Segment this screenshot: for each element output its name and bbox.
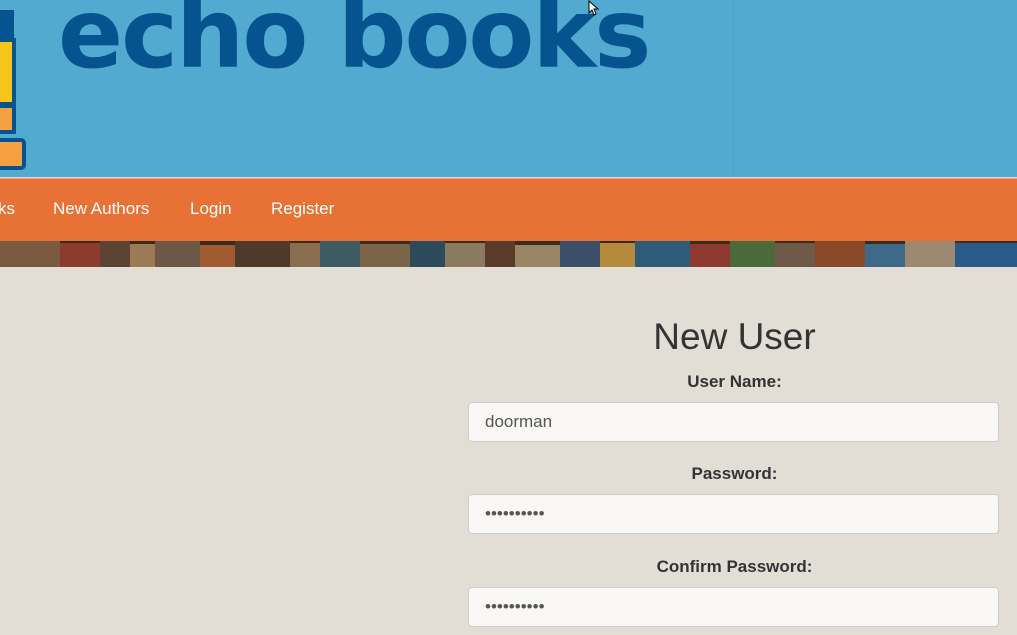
username-input[interactable]	[468, 402, 999, 442]
confirm-password-label: Confirm Password:	[656, 557, 813, 576]
page-title: New User	[653, 316, 816, 357]
book-stack-logo-icon[interactable]	[0, 0, 30, 177]
mouse-cursor-icon	[588, 0, 600, 16]
site-logo-text[interactable]: echo books	[58, 0, 651, 82]
main-navbar: ks New Authors Login Register	[0, 178, 1017, 241]
nav-item-new-authors[interactable]: New Authors	[53, 179, 149, 241]
password-input[interactable]	[468, 494, 999, 534]
bookshelf-banner-image	[0, 241, 1017, 267]
confirm-password-input[interactable]	[468, 587, 999, 627]
nav-item-books[interactable]: ks	[0, 179, 15, 241]
site-header: echo books	[0, 0, 1017, 177]
nav-item-login[interactable]: Login	[190, 179, 232, 241]
username-label: User Name:	[687, 372, 782, 391]
nav-item-register[interactable]: Register	[271, 179, 334, 241]
header-divider	[733, 0, 734, 177]
password-label: Password:	[691, 464, 778, 483]
